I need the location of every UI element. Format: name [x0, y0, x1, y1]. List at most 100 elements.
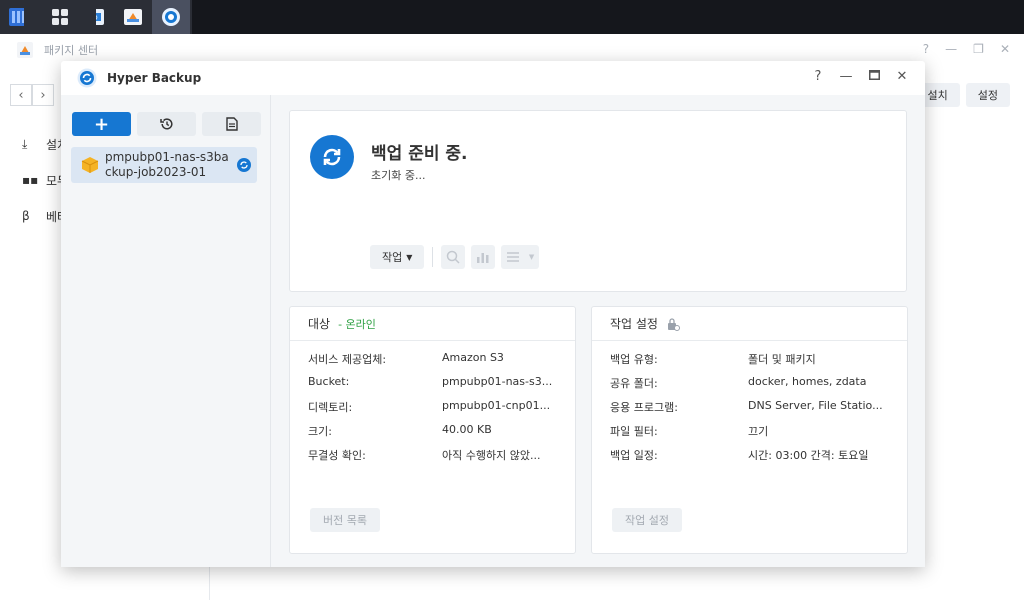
sync-icon: [310, 135, 354, 179]
package-center-icon: [124, 9, 142, 25]
info-key: 무결성 확인:: [308, 449, 366, 462]
restore-button[interactable]: [137, 112, 196, 136]
target-header: 대상 - 온라인: [290, 307, 575, 341]
info-key: 서비스 제공업체:: [308, 353, 387, 366]
info-key: 크기:: [308, 425, 332, 438]
action-bar: 작업 ▼ ▼: [370, 245, 540, 269]
settings-title: 작업 설정: [610, 317, 658, 331]
hyper-backup-icon: [77, 68, 97, 88]
info-row: 백업 유형: 폴더 및 패키지: [610, 351, 816, 367]
info-key: 응용 프로그램:: [610, 401, 678, 414]
grid-icon: ▪▪: [22, 173, 39, 187]
info-key: 디렉토리:: [308, 401, 353, 414]
info-row: 디렉토리: pmpubp01-cnp01...: [308, 399, 550, 415]
maximize-icon: [868, 70, 880, 80]
info-value: Amazon S3: [442, 351, 504, 364]
hyper-backup-titlebar[interactable]: Hyper Backup: [61, 61, 925, 95]
create-task-button[interactable]: +: [72, 112, 131, 136]
info-row: Bucket: pmpubp01-nas-s3...: [308, 375, 552, 388]
info-value: docker, homes, zdata: [748, 375, 867, 388]
check-search-icon: [447, 250, 460, 264]
chevron-right-icon: ›: [40, 87, 46, 103]
list-icon: [506, 252, 519, 262]
back-button[interactable]: ‹: [10, 84, 32, 106]
info-row: 크기: 40.00 KB: [308, 423, 492, 439]
bar-chart-icon: [477, 253, 489, 263]
caret-down-icon: ▼: [528, 253, 535, 261]
status-title: 백업 준비 중.: [371, 144, 468, 164]
main-menu-button[interactable]: [24, 0, 96, 34]
maximize-button[interactable]: [867, 69, 881, 84]
close-button[interactable]: ✕: [895, 69, 909, 84]
window-controls: ? — ✕: [811, 69, 909, 84]
task-settings-button[interactable]: 작업 설정: [612, 508, 682, 532]
help-button[interactable]: ?: [811, 69, 825, 84]
integrity-check-button[interactable]: [441, 245, 466, 269]
info-value: pmpubp01-cnp01...: [442, 399, 551, 412]
more-menu-button[interactable]: ▼: [501, 245, 540, 269]
info-row: 파일 필터: 끄기: [610, 423, 768, 439]
status-panel: 백업 준비 중. 초기화 중... 작업 ▼ ▼: [289, 110, 907, 292]
hyper-backup-icon: [162, 8, 180, 26]
taskbar-app-package-center[interactable]: [114, 0, 152, 34]
info-value: DNS Server, File Statio...: [748, 399, 883, 412]
task-settings-panel: 작업 설정 백업 유형: 폴더 및 패키지 공유 폴더: docker, homes…: [591, 306, 908, 554]
info-row: 무결성 확인: 아직 수행하지 않았...: [308, 447, 540, 463]
package-box-icon: [81, 157, 99, 173]
info-row: 공유 폴더: docker, homes, zdata: [610, 375, 866, 391]
sync-icon: [237, 158, 251, 172]
taskbar: D: [0, 0, 1024, 68]
info-value: 시간: 03:00 간격: 토요일: [748, 449, 869, 462]
taskbar-app-hyper-backup[interactable]: [152, 0, 190, 34]
task-detail: 백업 준비 중. 초기화 중... 작업 ▼ ▼ 대상 - 온라인 서비스 제공…: [271, 95, 925, 567]
download-icon: ⤓: [22, 136, 28, 151]
minimize-button[interactable]: —: [839, 69, 853, 84]
task-name: pmpubp01-nas-s3backup-job2023-01: [105, 150, 229, 179]
status-subtitle: 초기화 중...: [371, 169, 426, 182]
settings-button[interactable]: 설정: [965, 83, 1010, 107]
chevron-left-icon: ‹: [18, 87, 24, 103]
statistics-button[interactable]: [471, 245, 496, 269]
info-value: 폴더 및 패키지: [748, 353, 816, 366]
document-icon: [225, 117, 238, 131]
package-center-title: 패키지 센터: [44, 44, 99, 57]
action-label: 작업: [382, 251, 403, 264]
action-dropdown-button[interactable]: 작업 ▼: [370, 245, 425, 269]
info-row: 응용 프로그램: DNS Server, File Statio...: [610, 399, 883, 415]
info-row: 백업 일정: 시간: 03:00 간격: 토요일: [610, 447, 868, 463]
info-value: 아직 수행하지 않았...: [442, 449, 541, 462]
minimize-icon[interactable]: —: [945, 42, 957, 56]
info-value: 40.00 KB: [442, 423, 492, 436]
package-center-window-controls: ? — ❐ ✕: [923, 42, 1010, 56]
task-list-item[interactable]: pmpubp01-nas-s3backup-job2023-01: [71, 147, 257, 183]
version-list-button[interactable]: 버전 목록: [310, 508, 380, 532]
package-center-top-buttons: 설치 설정: [915, 83, 1010, 107]
forward-button[interactable]: ›: [32, 84, 54, 106]
grid-icon: [52, 9, 68, 25]
settings-header: 작업 설정: [592, 307, 907, 341]
close-icon[interactable]: ✕: [1000, 42, 1010, 56]
separator: [432, 247, 434, 267]
info-key: 파일 필터:: [610, 425, 658, 438]
info-row: 서비스 제공업체: Amazon S3: [308, 351, 504, 367]
history-icon: [159, 118, 172, 130]
package-center-nav: ‹ ›: [10, 84, 54, 106]
caret-down-icon: ▼: [406, 252, 413, 262]
beta-icon: β: [22, 209, 30, 223]
info-value: 끄기: [748, 425, 769, 438]
package-center-icon: [17, 42, 33, 58]
info-key: Bucket:: [308, 375, 350, 388]
info-key: 공유 폴더:: [610, 377, 658, 390]
window-title: Hyper Backup: [107, 71, 202, 85]
plus-icon: +: [93, 113, 110, 135]
lock-icon: [667, 317, 680, 331]
task-sidebar: + pmpubp01-nas-s3backup-job2023-01: [61, 95, 271, 567]
help-icon[interactable]: ?: [923, 42, 929, 56]
target-title: 대상: [308, 317, 331, 331]
restore-icon[interactable]: ❐: [973, 42, 984, 56]
task-toolbar: +: [72, 112, 261, 136]
target-panel: 대상 - 온라인 서비스 제공업체: Amazon S3 Bucket: pmpub…: [289, 306, 576, 554]
log-button[interactable]: [202, 112, 261, 136]
info-value: pmpubp01-nas-s3...: [442, 375, 553, 388]
info-key: 백업 유형:: [610, 353, 658, 366]
